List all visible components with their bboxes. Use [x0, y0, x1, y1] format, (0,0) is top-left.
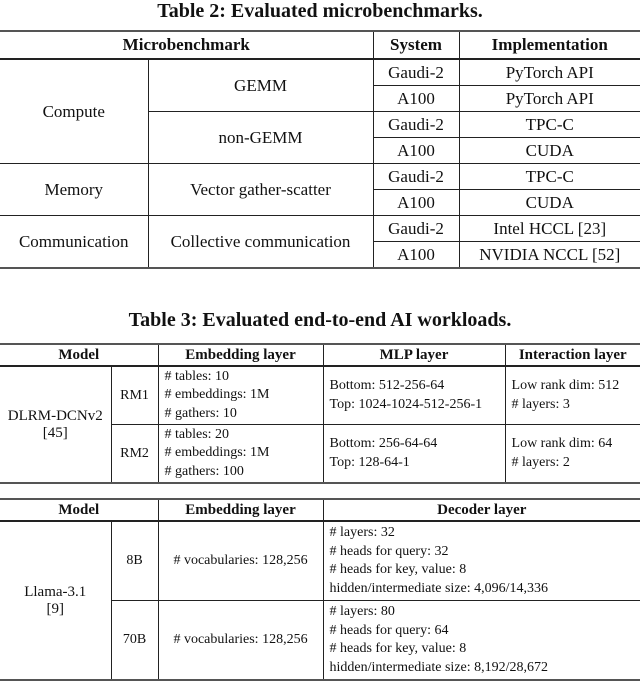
system-cell: A100 [373, 137, 460, 164]
system-cell: Gaudi-2 [372, 58, 460, 86]
benchmark-cell: non-GEMM [148, 111, 374, 164]
table-row: DLRM-DCNv2 [45] RM1 # tables: 10 # embed… [0, 365, 640, 484]
table3-caption: Table 3: Evaluated end-to-end AI workloa… [128, 309, 512, 331]
implementation-cell: TPC-C [458, 163, 640, 190]
mlp-line: Bottom: 512-256-64 [329, 378, 445, 393]
mlp-cell: Bottom: 512-256-64 Top: 1024-1024-512-25… [322, 365, 506, 425]
embedding-cell: # tables: 10 # embeddings: 1M # gathers:… [157, 365, 324, 425]
interaction-cell: Low rank dim: 512 # layers: 3 [504, 365, 640, 425]
header-microbenchmark: Microbenchmark [0, 30, 374, 60]
variant-cell: RM1 [110, 365, 159, 425]
header-embedding-layer: Embedding layer [157, 343, 324, 367]
table-row: Communication Collective communication G… [0, 215, 640, 269]
header-model: Model [0, 498, 159, 522]
system-cell: A100 [373, 241, 460, 269]
embedding-cell: # vocabularies: 128,256 [157, 600, 324, 681]
system-cell: Gaudi-2 [372, 215, 460, 242]
decoder-line: # layers: 32 [329, 525, 395, 540]
interaction-line: # layers: 3 [511, 396, 570, 412]
embedding-line: # gathers: 10 [164, 405, 237, 421]
table2-caption: Table 2: Evaluated microbenchmarks. [157, 0, 483, 22]
mlp-line: Top: 128-64-1 [329, 454, 410, 470]
header-implementation: Implementation [458, 30, 640, 60]
header-embedding-layer: Embedding layer [157, 498, 324, 522]
interaction-cell: Low rank dim: 64 # layers: 2 [504, 424, 640, 484]
implementation-cell: PyTorch API [458, 85, 640, 112]
interaction-line: Low rank dim: 512 [511, 378, 620, 393]
category-cell: Memory [0, 163, 149, 216]
benchmark-cell: Collective communication [147, 215, 374, 269]
mlp-line: Top: 1024-1024-512-256-1 [329, 396, 483, 412]
model-citation: [45] [42, 424, 68, 441]
header-decoder-layer: Decoder layer [322, 498, 640, 522]
decoder-line: hidden/intermediate size: 4,096/14,336 [329, 580, 549, 596]
system-cell: Gaudi-2 [372, 111, 460, 138]
model-cell: DLRM-DCNv2 [45] [0, 365, 112, 484]
decoder-cell: # layers: 32 # heads for query: 32 # hea… [322, 520, 640, 601]
header-system: System [372, 30, 460, 60]
embedding-cell: # vocabularies: 128,256 [157, 520, 324, 601]
llama-workloads-table: Model Embedding layer Decoder layer Llam… [0, 498, 640, 681]
decoder-line: # heads for query: 32 [329, 543, 449, 559]
variant-cell: 8B [110, 520, 159, 601]
decoder-cell: # layers: 80 # heads for query: 64 # hea… [322, 600, 640, 681]
header-mlp-layer: MLP layer [322, 343, 506, 367]
decoder-line: # heads for key, value: 8 [329, 641, 467, 656]
microbenchmarks-table: Microbenchmark System Implementation Com… [0, 30, 640, 269]
interaction-line: # layers: 2 [511, 454, 570, 470]
implementation-cell: NVIDIA NCCL [52] [458, 241, 640, 269]
model-cell: Llama-3.1 [9] [0, 520, 112, 681]
variant-cell: RM2 [111, 424, 159, 484]
decoder-line: # heads for key, value: 8 [329, 562, 467, 577]
system-cell: A100 [373, 85, 460, 112]
header-model: Model [0, 343, 159, 367]
model-name: DLRM-DCNv2 [7, 407, 103, 424]
benchmark-cell: Vector gather-scatter [147, 163, 374, 216]
model-citation: [9] [46, 600, 65, 617]
mlp-line: Bottom: 256-64-64 [329, 436, 438, 451]
embedding-line: # tables: 20 [164, 426, 230, 442]
table-row: Llama-3.1 [9] 8B # vocabularies: 128,256… [0, 520, 640, 681]
mlp-cell: Bottom: 256-64-64 Top: 128-64-1 [322, 424, 506, 484]
embedding-line: # embeddings: 1M [164, 445, 270, 461]
embedding-line: # embeddings: 1M [164, 387, 270, 403]
category-cell: Communication [0, 215, 149, 269]
interaction-line: Low rank dim: 64 [511, 436, 613, 451]
implementation-cell: Intel HCCL [23] [458, 215, 640, 242]
model-name: Llama-3.1 [24, 583, 87, 600]
implementation-cell: PyTorch API [458, 58, 640, 86]
decoder-line: # layers: 80 [329, 604, 395, 619]
system-cell: Gaudi-2 [372, 163, 460, 190]
embedding-line: # tables: 10 [164, 368, 230, 384]
system-cell: A100 [373, 189, 460, 216]
table-row: Memory Vector gather-scatter Gaudi-2 TPC… [0, 163, 640, 216]
implementation-cell: CUDA [458, 189, 640, 216]
dlrm-workloads-table: Model Embedding layer MLP layer Interact… [0, 343, 640, 484]
category-cell: Compute [0, 58, 149, 164]
implementation-cell: TPC-C [458, 111, 640, 138]
decoder-line: # heads for query: 64 [329, 622, 449, 638]
embedding-cell: # tables: 20 # embeddings: 1M # gathers:… [157, 424, 324, 484]
embedding-line: # gathers: 100 [164, 463, 244, 479]
decoder-line: hidden/intermediate size: 8,192/28,672 [329, 659, 549, 675]
benchmark-cell: GEMM [147, 58, 374, 112]
header-interaction-layer: Interaction layer [504, 343, 640, 367]
variant-cell: 70B [111, 600, 159, 681]
implementation-cell: CUDA [458, 137, 640, 164]
table-row: Compute GEMM Gaudi-2 PyTorch API [0, 58, 640, 164]
